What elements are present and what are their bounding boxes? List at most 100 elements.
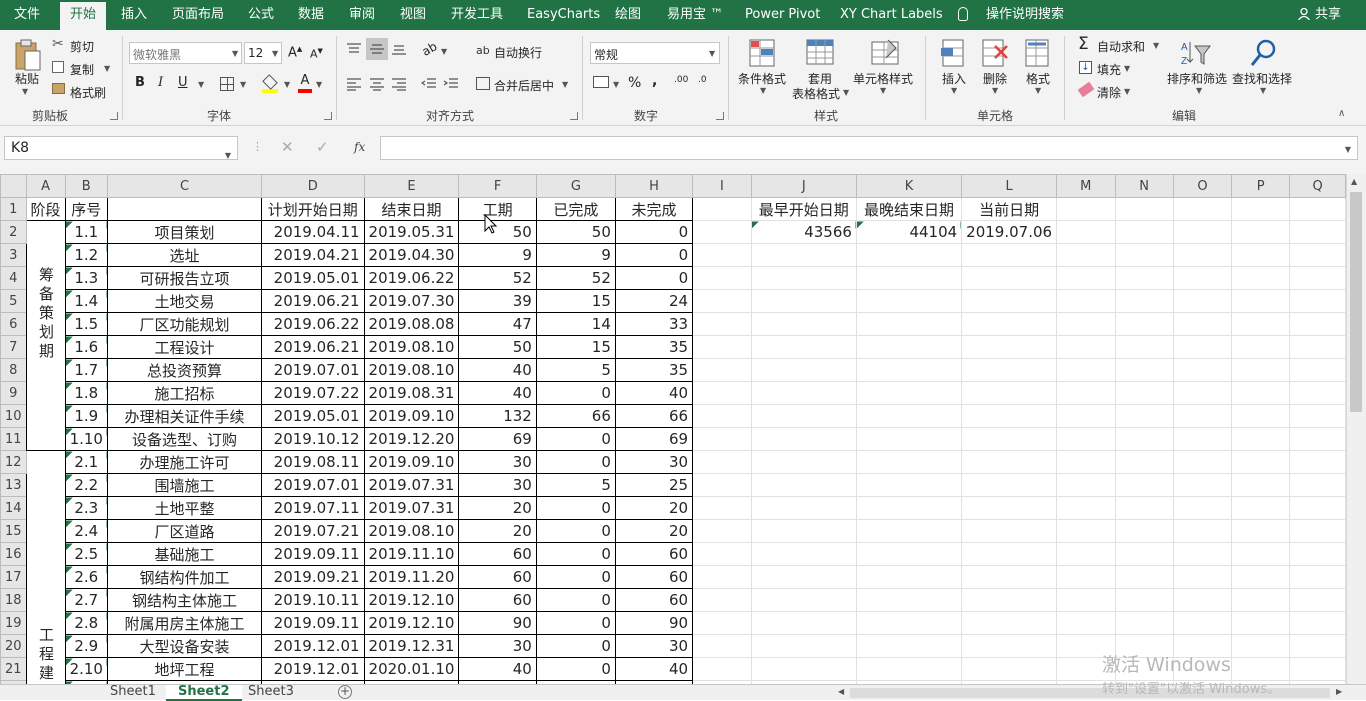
chevron-down-icon[interactable]: ▼ <box>613 80 619 89</box>
cell[interactable] <box>1172 565 1233 589</box>
cell[interactable] <box>750 381 857 405</box>
cell[interactable] <box>1114 496 1174 520</box>
cell[interactable] <box>1231 381 1291 405</box>
cell[interactable] <box>692 381 752 405</box>
row-header[interactable]: 8 <box>0 358 27 382</box>
start-date-cell[interactable]: 2019.10.12 <box>260 427 365 451</box>
cell[interactable] <box>1231 197 1291 221</box>
cell[interactable] <box>1289 243 1346 267</box>
confirm-icon[interactable]: ✓ <box>316 138 329 156</box>
cell[interactable] <box>1056 197 1116 221</box>
duration-cell[interactable]: 132 <box>458 404 537 428</box>
cell[interactable] <box>1231 312 1291 336</box>
task-name-cell[interactable]: 厂区功能规划 <box>106 312 262 336</box>
end-date-cell[interactable]: 2019.08.08 <box>363 312 460 336</box>
task-name-cell[interactable]: 施工招标 <box>106 381 262 405</box>
completed-cell[interactable]: 0 <box>535 381 616 405</box>
task-name-cell[interactable]: 地坪工程 <box>106 657 262 681</box>
increase-decimal-icon[interactable]: .00 <box>674 75 688 85</box>
name-box[interactable]: K8 ▼ <box>4 136 238 160</box>
task-id-cell[interactable]: 2.2 <box>64 473 108 497</box>
cell[interactable] <box>1056 358 1116 382</box>
remaining-cell[interactable]: 20 <box>614 496 694 520</box>
cell[interactable] <box>1172 358 1233 382</box>
start-date-cell[interactable]: 2019.07.01 <box>260 473 365 497</box>
scrollbar-thumb[interactable] <box>1350 192 1362 412</box>
cell[interactable] <box>1172 335 1233 359</box>
remaining-cell[interactable]: 25 <box>614 473 694 497</box>
chevron-down-icon[interactable]: ▼ <box>1124 87 1130 96</box>
cell[interactable] <box>1172 611 1233 635</box>
cell[interactable] <box>692 450 752 474</box>
sort-filter-button[interactable]: 排序和筛选 <box>1167 70 1227 87</box>
format-as-table-button[interactable]: 表格格式 <box>792 85 840 102</box>
align-middle-icon[interactable] <box>369 42 385 56</box>
start-date-cell[interactable]: 2019.09.11 <box>260 611 365 635</box>
end-date-cell[interactable]: 2019.12.31 <box>363 634 460 658</box>
chevron-down-icon[interactable]: ▼ <box>562 80 568 89</box>
cell[interactable] <box>1289 473 1346 497</box>
duration-cell[interactable]: 30 <box>458 473 537 497</box>
align-top-icon[interactable] <box>346 42 362 56</box>
cell[interactable] <box>1114 542 1174 566</box>
phase-cell[interactable]: 工程建 <box>25 450 66 684</box>
cell[interactable] <box>855 404 963 428</box>
cell[interactable] <box>1231 266 1291 290</box>
cell[interactable] <box>855 657 963 681</box>
completed-cell[interactable]: 9 <box>535 243 616 267</box>
format-painter-button[interactable]: 格式刷 <box>70 84 106 101</box>
cell[interactable] <box>1289 404 1346 428</box>
comma-icon[interactable]: , <box>652 73 657 89</box>
chevron-down-icon[interactable]: ▼ <box>760 86 766 95</box>
completed-cell[interactable]: 5 <box>535 358 616 382</box>
summary-header-latest[interactable]: 最晚结束日期 <box>855 197 963 221</box>
end-date-cell[interactable]: 2020.01.10 <box>363 657 460 681</box>
completed-cell[interactable]: 52 <box>535 266 616 290</box>
duration-cell[interactable]: 52 <box>458 266 537 290</box>
chevron-down-icon[interactable]: ▼ <box>1124 64 1130 73</box>
row-header[interactable]: 17 <box>0 565 27 589</box>
tab-file[interactable]: 文件 <box>14 0 40 30</box>
start-date-cell[interactable]: 2019.10.11 <box>260 588 365 612</box>
remaining-cell[interactable]: 20 <box>614 519 694 543</box>
completed-cell[interactable]: 0 <box>535 542 616 566</box>
cell[interactable] <box>961 381 1058 405</box>
cell[interactable] <box>692 427 752 451</box>
cell[interactable] <box>692 657 752 681</box>
start-date-cell[interactable]: 2019.04.21 <box>260 243 365 267</box>
cell[interactable] <box>1172 312 1233 336</box>
cell[interactable] <box>1172 542 1233 566</box>
row-header[interactable]: 9 <box>0 381 27 405</box>
cell[interactable] <box>1056 335 1116 359</box>
cell[interactable] <box>1172 473 1233 497</box>
tab-data[interactable]: 数据 <box>298 0 324 30</box>
cell[interactable] <box>1289 565 1346 589</box>
cell[interactable] <box>692 266 752 290</box>
chevron-down-icon[interactable]: ▼ <box>22 87 28 96</box>
chevron-down-icon[interactable]: ▼ <box>316 80 322 89</box>
end-date-cell[interactable]: 2019.05.31 <box>363 220 460 244</box>
chevron-down-icon[interactable]: ▼ <box>1196 86 1202 95</box>
task-name-cell[interactable]: 土地平整 <box>106 496 262 520</box>
task-name-cell[interactable]: 大型设备安装 <box>106 634 262 658</box>
completed-cell[interactable]: 0 <box>535 611 616 635</box>
cell[interactable] <box>855 266 963 290</box>
cell[interactable] <box>855 358 963 382</box>
sheet-tab-2[interactable]: Sheet2 <box>166 685 242 701</box>
chevron-down-icon[interactable]: ▼ <box>1035 86 1041 95</box>
align-left-icon[interactable] <box>346 77 362 91</box>
chevron-down-icon[interactable]: ▼ <box>1345 145 1351 154</box>
cell[interactable] <box>1114 450 1174 474</box>
cell[interactable] <box>692 220 752 244</box>
task-id-cell[interactable]: 1.4 <box>64 289 108 313</box>
task-name-cell[interactable]: 办理相关证件手续 <box>106 404 262 428</box>
tab-page-layout[interactable]: 页面布局 <box>172 0 224 30</box>
chevron-down-icon[interactable]: ▼ <box>992 86 998 95</box>
cell[interactable] <box>1289 634 1346 658</box>
cell[interactable] <box>1231 634 1291 658</box>
completed-cell[interactable]: 50 <box>535 220 616 244</box>
cell[interactable] <box>1231 611 1291 635</box>
table-header-cell[interactable]: 序号 <box>64 197 108 221</box>
cell[interactable] <box>1289 335 1346 359</box>
cell[interactable] <box>1172 220 1233 244</box>
